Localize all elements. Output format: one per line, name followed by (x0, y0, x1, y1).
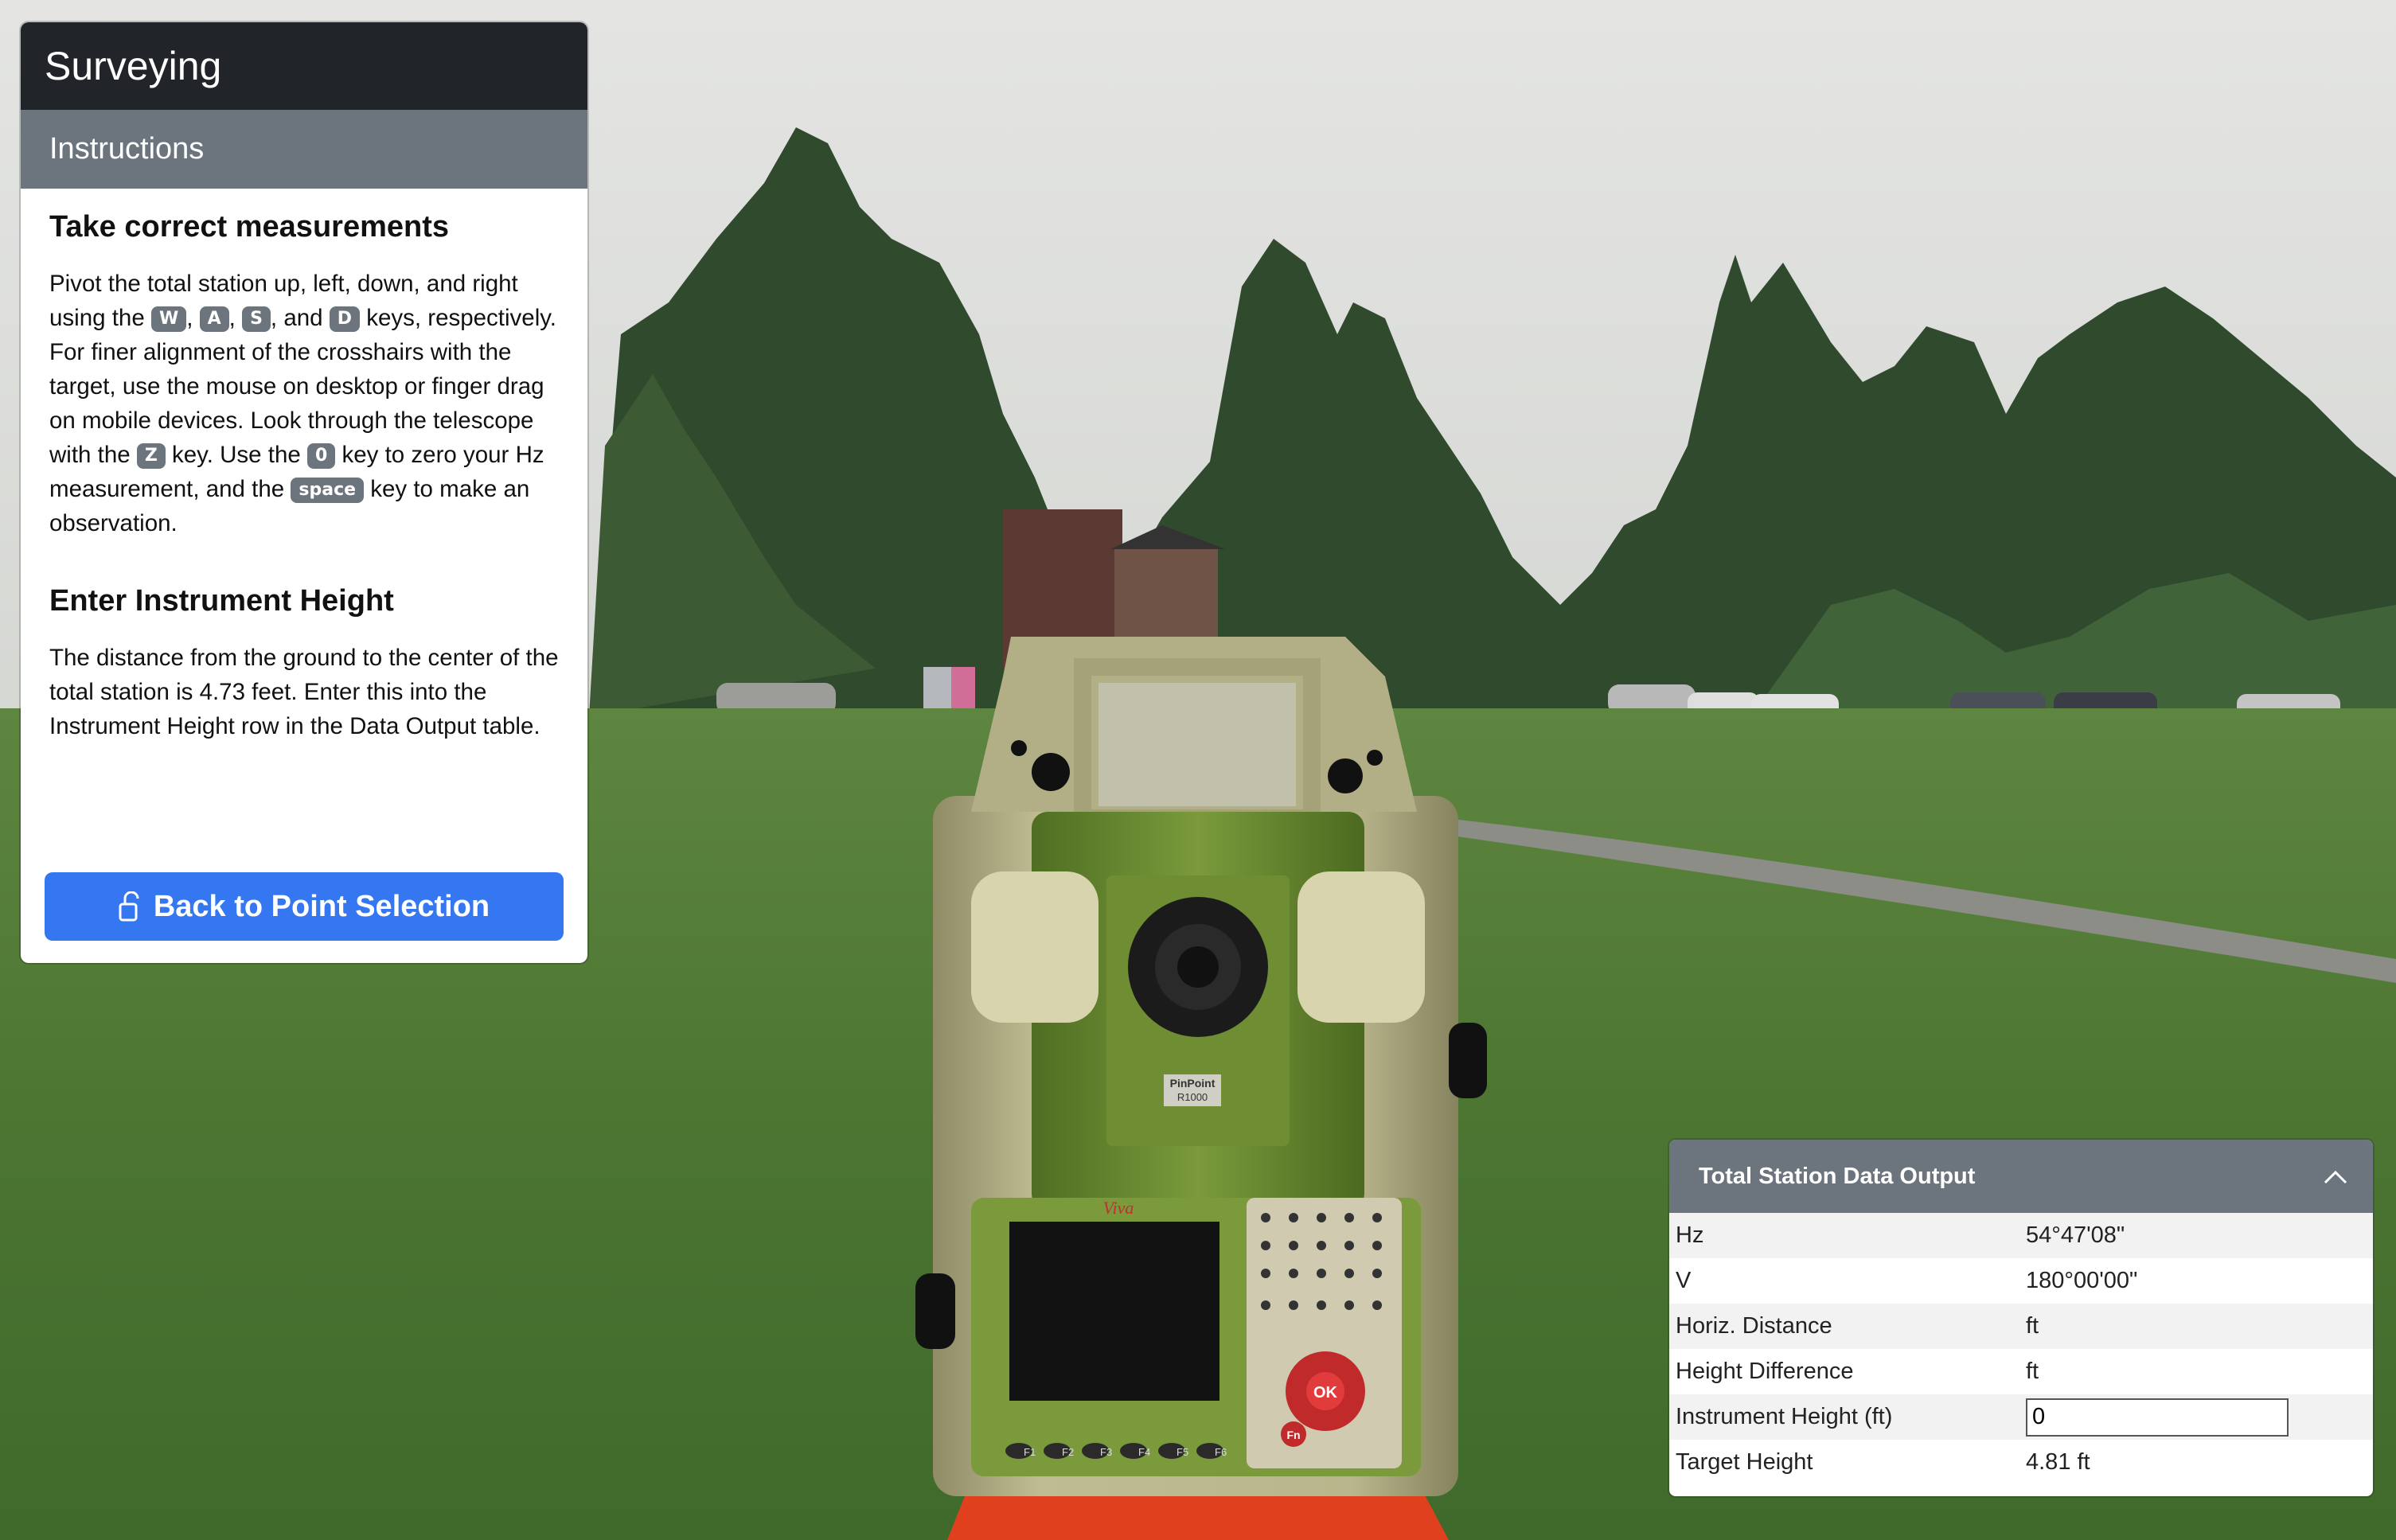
height-text: The distance from the ground to the cent… (49, 645, 559, 739)
row-label-height-difference: Height Difference (1669, 1349, 2019, 1394)
text-segment: , (228, 305, 243, 331)
text-segment: key. Use the (165, 442, 307, 468)
row-label-v: V (1669, 1258, 2019, 1304)
row-value-target-height: 4.81 ft (2019, 1440, 2373, 1485)
row-value-height-difference: ft (2019, 1349, 2373, 1394)
fkey-label: F4 (1138, 1446, 1150, 1458)
row-label-horiz-distance: Horiz. Distance (1669, 1304, 2019, 1349)
height-heading: Enter Instrument Height (49, 584, 394, 618)
row-value-v: 180°00'00" (2019, 1258, 2373, 1304)
instrument-badge-line1: PinPoint (1170, 1077, 1216, 1090)
back-to-point-selection-button[interactable]: Back to Point Selection (45, 872, 564, 941)
key-s: S (242, 306, 271, 332)
data-output-table: Hz 54°47'08" V 180°00'00" Horiz. Distanc… (1669, 1213, 2373, 1485)
back-button-label: Back to Point Selection (153, 889, 490, 923)
instrument-height-cell (2019, 1394, 2373, 1440)
key-d: D (329, 306, 360, 332)
text-segment: , (186, 305, 200, 331)
instrument-brand: Viva (1103, 1198, 1134, 1218)
data-output-header[interactable]: Total Station Data Output (1669, 1140, 2373, 1213)
instrument-height-input[interactable] (2026, 1398, 2289, 1437)
fkey-label: F5 (1177, 1446, 1188, 1458)
measure-text: Pivot the total station up, left, down, … (49, 267, 559, 540)
row-value-hz: 54°47'08" (2019, 1213, 2373, 1258)
chevron-up-icon[interactable] (2316, 1157, 2355, 1197)
key-a: A (199, 306, 229, 332)
text-segment: , and (270, 305, 330, 331)
table-row: Target Height 4.81 ft (1669, 1440, 2373, 1485)
key-zero: 0 (307, 443, 336, 469)
total-station[interactable]: PinPoint R1000 Viva OK Fn F1 F2 F3 F4 F5… (915, 637, 1487, 1540)
fkey-label: F3 (1100, 1446, 1112, 1458)
measure-heading: Take correct measurements (49, 210, 449, 244)
instrument-badge-line2: R1000 (1177, 1091, 1208, 1103)
key-z: Z (136, 443, 166, 469)
data-output-panel: Total Station Data Output Hz 54°47'08" V… (1669, 1140, 2373, 1496)
key-space: space (291, 478, 365, 503)
instructions-body: Take correct measurements Pivot the tota… (21, 189, 587, 743)
table-row: Height Difference ft (1669, 1349, 2373, 1394)
data-output-title: Total Station Data Output (1699, 1164, 1976, 1189)
unlock-icon (119, 891, 139, 922)
row-label-hz: Hz (1669, 1213, 2019, 1258)
instructions-panel: Surveying Instructions Take correct meas… (21, 22, 587, 963)
app-title: Surveying (21, 22, 587, 110)
ok-key-label: OK (1313, 1384, 1338, 1402)
key-w: W (150, 306, 187, 332)
fn-key-label: Fn (1286, 1429, 1300, 1441)
fkey-label: F1 (1024, 1446, 1036, 1458)
table-row: Horiz. Distance ft (1669, 1304, 2373, 1349)
row-label-target-height: Target Height (1669, 1440, 2019, 1485)
row-value-horiz-distance: ft (2019, 1304, 2373, 1349)
table-row: Instrument Height (ft) (1669, 1394, 2373, 1440)
instrument-display (1009, 1222, 1219, 1401)
fkey-label: F6 (1215, 1446, 1227, 1458)
fkey-label: F2 (1062, 1446, 1074, 1458)
section-title: Instructions (21, 110, 587, 189)
row-label-instrument-height: Instrument Height (ft) (1669, 1394, 2019, 1440)
table-row: V 180°00'00" (1669, 1258, 2373, 1304)
table-row: Hz 54°47'08" (1669, 1213, 2373, 1258)
